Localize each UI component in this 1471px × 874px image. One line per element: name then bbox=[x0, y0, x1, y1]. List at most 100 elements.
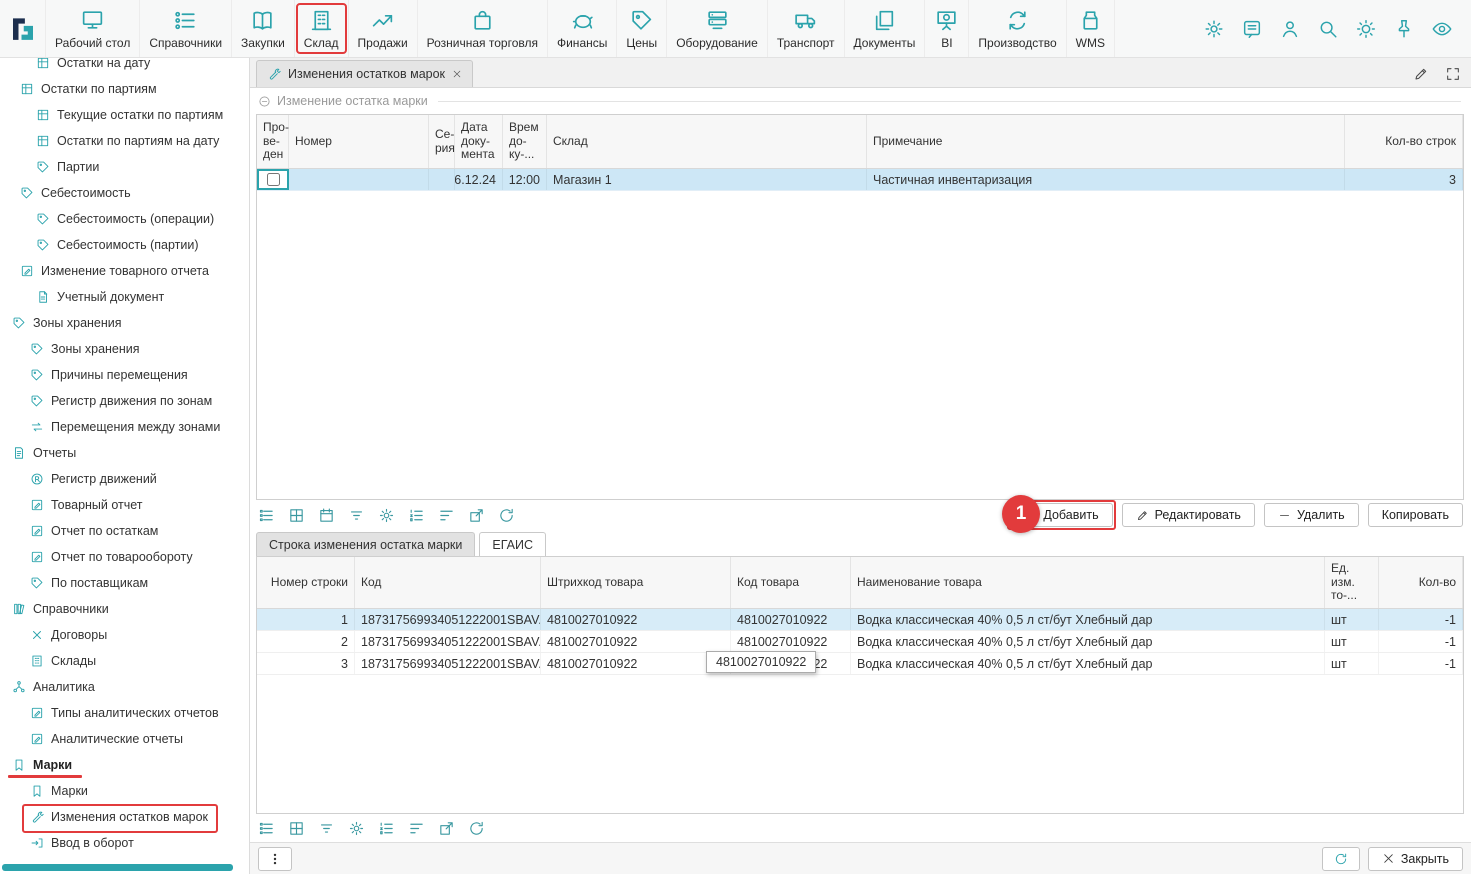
sidebar-item[interactable]: Регистр движения по зонам bbox=[0, 388, 249, 414]
top-menu-item[interactable]: Финансы bbox=[548, 0, 617, 57]
sidebar-item[interactable]: Склады bbox=[0, 648, 249, 674]
pin-icon[interactable] bbox=[1385, 12, 1423, 46]
sidebar-item[interactable]: По поставщикам bbox=[0, 570, 249, 596]
top-menu-item[interactable]: WMS bbox=[1067, 0, 1115, 57]
column-header[interactable]: Ед. изм. то-... bbox=[1325, 557, 1379, 608]
sidebar-item[interactable]: Текущие остатки по партиям bbox=[0, 102, 249, 128]
user-icon[interactable] bbox=[1271, 12, 1309, 46]
sidebar-horizontal-scrollbar[interactable] bbox=[2, 864, 233, 871]
sidebar-item[interactable]: Договоры bbox=[0, 622, 249, 648]
grid-view-icon[interactable] bbox=[288, 507, 305, 524]
table-view-icon[interactable] bbox=[258, 820, 275, 837]
sidebar-item[interactable]: Изменение товарного отчета bbox=[0, 258, 249, 284]
sidebar-item[interactable]: Отчеты bbox=[0, 440, 249, 466]
copy-button[interactable]: Копировать bbox=[1368, 503, 1463, 527]
column-header[interactable]: Примечание bbox=[867, 115, 1345, 168]
sidebar-item[interactable]: Себестоимость (операции) bbox=[0, 206, 249, 232]
sidebar-item[interactable]: Типы аналитических отчетов bbox=[0, 700, 249, 726]
sidebar-item[interactable]: Зоны хранения bbox=[0, 310, 249, 336]
refresh-button[interactable] bbox=[1322, 847, 1360, 871]
document-row[interactable]: 06.12.24 12:00 Магазин 1 Частичная инвен… bbox=[257, 169, 1463, 191]
sidebar-item[interactable]: Изменения остатков марок bbox=[0, 804, 249, 830]
export-icon[interactable] bbox=[438, 820, 455, 837]
top-menu-item[interactable]: Производство bbox=[969, 0, 1066, 57]
column-header[interactable]: Кол-во bbox=[1379, 557, 1463, 608]
column-header[interactable]: Кол-во строк bbox=[1345, 115, 1463, 168]
column-header[interactable]: Штрихкод товара bbox=[541, 557, 731, 608]
calendar-icon[interactable] bbox=[318, 507, 335, 524]
table-row[interactable]: 3 187317569934051222001SBAV... 481002701… bbox=[257, 653, 1463, 675]
more-actions-button[interactable] bbox=[258, 847, 292, 871]
column-header[interactable]: Номер строки bbox=[257, 557, 355, 608]
column-header[interactable]: Склад bbox=[547, 115, 867, 168]
top-menu-item[interactable]: BI bbox=[925, 0, 969, 57]
top-menu-item[interactable]: Документы bbox=[845, 0, 926, 57]
settings-gear-icon[interactable] bbox=[348, 820, 365, 837]
top-menu-item[interactable]: Продажи bbox=[349, 0, 418, 57]
sidebar-item[interactable]: Регистр движений bbox=[0, 466, 249, 492]
sidebar-item[interactable]: Марки bbox=[0, 752, 249, 778]
notes-icon[interactable] bbox=[1233, 12, 1271, 46]
theme-icon[interactable] bbox=[1347, 12, 1385, 46]
subtab-lines[interactable]: Строка изменения остатка марки bbox=[256, 532, 475, 556]
sort-list-icon[interactable] bbox=[438, 507, 455, 524]
top-menu-item[interactable]: Оборудование bbox=[667, 0, 768, 57]
app-logo[interactable] bbox=[0, 0, 46, 57]
column-header[interactable]: Врем до- ку-... bbox=[503, 115, 547, 168]
subtab-egais[interactable]: ЕГАИС bbox=[479, 532, 546, 556]
column-header[interactable]: Номер bbox=[289, 115, 429, 168]
filter-icon[interactable] bbox=[348, 507, 365, 524]
sidebar-item[interactable]: Товарный отчет bbox=[0, 492, 249, 518]
sidebar-item[interactable]: Себестоимость (партии) bbox=[0, 232, 249, 258]
table-view-icon[interactable] bbox=[258, 507, 275, 524]
settings-gear-icon[interactable] bbox=[1195, 12, 1233, 46]
eye-icon[interactable] bbox=[1423, 12, 1461, 46]
edit-pencil-icon[interactable] bbox=[1413, 66, 1429, 82]
sidebar-item[interactable]: Остатки по партиям на дату bbox=[0, 128, 249, 154]
top-menu-item[interactable]: Розничная торговля bbox=[418, 0, 548, 57]
top-menu-item[interactable]: Склад bbox=[295, 0, 349, 57]
sidebar-item[interactable]: Остатки по партиям bbox=[0, 76, 249, 102]
sidebar-item[interactable]: Перемещения между зонами bbox=[0, 414, 249, 440]
sidebar-item[interactable]: Зоны хранения bbox=[0, 336, 249, 362]
export-icon[interactable] bbox=[468, 507, 485, 524]
top-menu-item[interactable]: Цены bbox=[617, 0, 667, 57]
column-header[interactable]: Наименование товара bbox=[851, 557, 1325, 608]
settings-gear-icon[interactable] bbox=[378, 507, 395, 524]
edit-button[interactable]: Редактировать bbox=[1122, 503, 1255, 527]
sidebar-item[interactable]: Отчет по остаткам bbox=[0, 518, 249, 544]
collapsible-group-header[interactable]: Изменение остатка марки bbox=[250, 88, 1471, 114]
sidebar-item[interactable]: Отчет по товарообороту bbox=[0, 544, 249, 570]
column-header[interactable]: Дата доку- мента bbox=[455, 115, 503, 168]
sidebar-item[interactable]: Себестоимость bbox=[0, 180, 249, 206]
grid-view-icon[interactable] bbox=[288, 820, 305, 837]
tab-mark-changes[interactable]: Изменения остатков марок bbox=[256, 60, 473, 87]
sidebar-item[interactable]: Справочники bbox=[0, 596, 249, 622]
filter-icon[interactable] bbox=[318, 820, 335, 837]
numbered-list-icon[interactable] bbox=[408, 507, 425, 524]
top-menu-item[interactable]: Закупки bbox=[232, 0, 295, 57]
sidebar-item[interactable]: Марки bbox=[0, 778, 249, 804]
column-header[interactable]: Код товара bbox=[731, 557, 851, 608]
sidebar-item[interactable]: Аналитика bbox=[0, 674, 249, 700]
reload-icon[interactable] bbox=[498, 507, 515, 524]
sort-list-icon[interactable] bbox=[408, 820, 425, 837]
top-menu-item[interactable]: Транспорт bbox=[768, 0, 845, 57]
row-checkbox[interactable] bbox=[267, 173, 280, 186]
fullscreen-icon[interactable] bbox=[1445, 66, 1461, 82]
sidebar-item[interactable]: Партии bbox=[0, 154, 249, 180]
reload-icon[interactable] bbox=[468, 820, 485, 837]
search-icon[interactable] bbox=[1309, 12, 1347, 46]
top-menu-item[interactable]: Справочники bbox=[140, 0, 232, 57]
table-row[interactable]: 1 187317569934051222001SBAV... 481002701… bbox=[257, 609, 1463, 631]
column-header[interactable]: Се- рия bbox=[429, 115, 455, 168]
sidebar-item[interactable]: Аналитические отчеты bbox=[0, 726, 249, 752]
top-menu-item[interactable]: Рабочий стол bbox=[46, 0, 140, 57]
close-x-icon[interactable] bbox=[452, 69, 462, 79]
column-header[interactable]: Про- ве- ден bbox=[257, 115, 289, 168]
sidebar-item[interactable]: Ввод в оборот bbox=[0, 830, 249, 856]
numbered-list-icon[interactable] bbox=[378, 820, 395, 837]
sidebar-item[interactable]: Учетный документ bbox=[0, 284, 249, 310]
delete-button[interactable]: Удалить bbox=[1264, 503, 1359, 527]
sidebar-item[interactable]: Остатки на дату bbox=[0, 58, 249, 76]
